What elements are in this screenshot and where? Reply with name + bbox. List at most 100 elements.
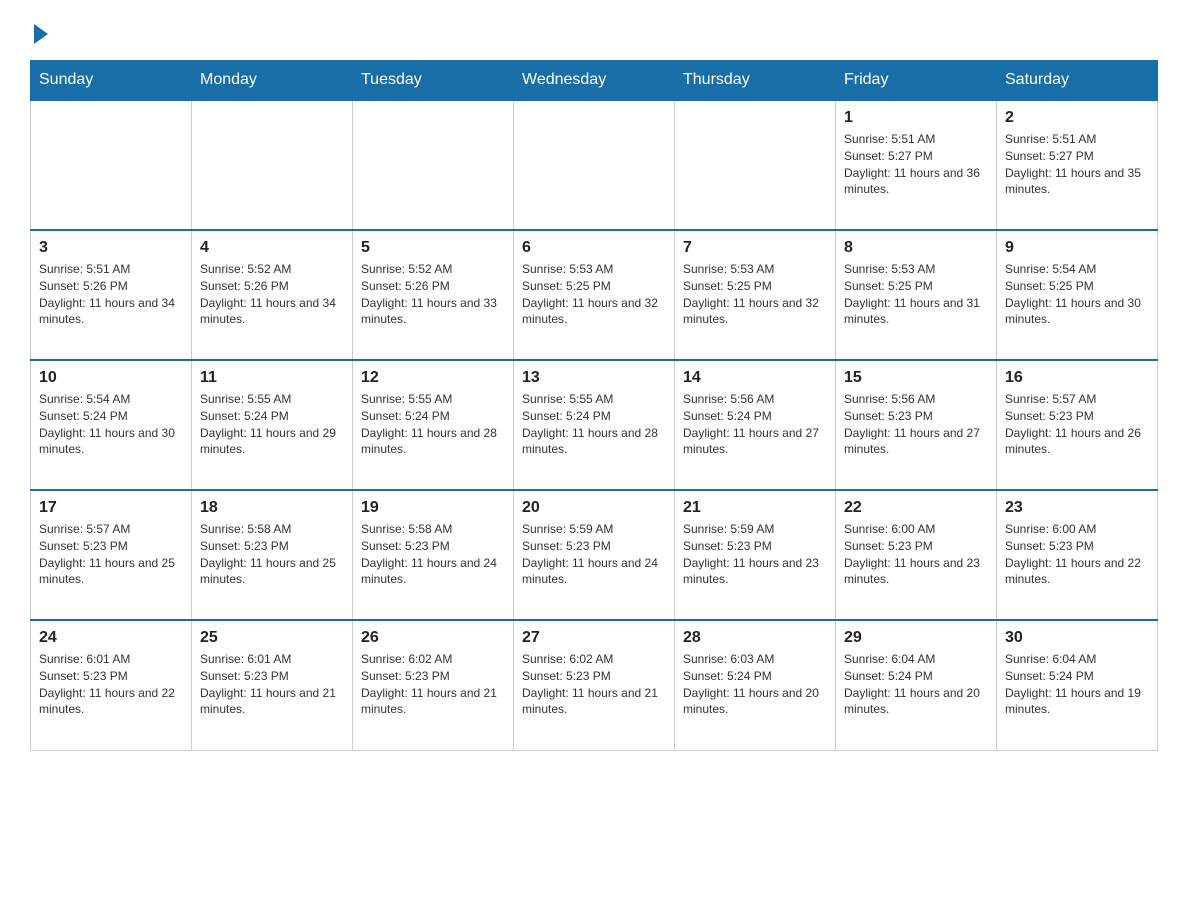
day-info: Sunrise: 5:55 AMSunset: 5:24 PMDaylight:… [361, 391, 505, 458]
day-info: Sunrise: 6:01 AMSunset: 5:23 PMDaylight:… [200, 651, 344, 718]
day-info: Sunrise: 5:51 AMSunset: 5:27 PMDaylight:… [844, 131, 988, 198]
calendar-cell: 24Sunrise: 6:01 AMSunset: 5:23 PMDayligh… [31, 620, 192, 750]
day-header-thursday: Thursday [675, 61, 836, 101]
day-number: 30 [1005, 629, 1149, 647]
calendar-cell: 22 Sunrise: 6:00 AMSunset: 5:23 PMDayligh… [836, 490, 997, 620]
day-number: 22 [844, 499, 988, 517]
day-number: 25 [200, 629, 344, 647]
calendar-cell [31, 100, 192, 230]
day-number: 9 [1005, 239, 1149, 257]
day-number: 27 [522, 629, 666, 647]
calendar-cell: 18 Sunrise: 5:58 AMSunset: 5:23 PMDayligh… [192, 490, 353, 620]
calendar-cell: 15Sunrise: 5:56 AMSunset: 5:23 PMDayligh… [836, 360, 997, 490]
day-number: 1 [844, 109, 988, 127]
day-number: 4 [200, 239, 344, 257]
calendar-cell: 28 Sunrise: 6:03 AMSunset: 5:24 PMDayligh… [675, 620, 836, 750]
day-number: 13 [522, 369, 666, 387]
day-info: Sunrise: 5:56 AMSunset: 5:24 PMDaylight:… [683, 391, 827, 458]
day-number: 2 [1005, 109, 1149, 127]
calendar-cell [192, 100, 353, 230]
calendar-cell: 16 Sunrise: 5:57 AMSunset: 5:23 PMDayligh… [997, 360, 1158, 490]
calendar-cell: 5Sunrise: 5:52 AMSunset: 5:26 PMDaylight… [353, 230, 514, 360]
day-header-monday: Monday [192, 61, 353, 101]
day-info: Sunrise: 5:54 AMSunset: 5:25 PMDaylight:… [1005, 261, 1149, 328]
calendar-table: SundayMondayTuesdayWednesdayThursdayFrid… [30, 60, 1158, 751]
calendar-cell [514, 100, 675, 230]
calendar-cell: 23 Sunrise: 6:00 AMSunset: 5:23 PMDayligh… [997, 490, 1158, 620]
week-row-4: 17 Sunrise: 5:57 AMSunset: 5:23 PMDayligh… [31, 490, 1158, 620]
calendar-cell: 4 Sunrise: 5:52 AMSunset: 5:26 PMDaylight… [192, 230, 353, 360]
week-row-3: 10 Sunrise: 5:54 AMSunset: 5:24 PMDayligh… [31, 360, 1158, 490]
day-number: 6 [522, 239, 666, 257]
day-info: Sunrise: 5:51 AMSunset: 5:26 PMDaylight:… [39, 261, 183, 328]
day-header-wednesday: Wednesday [514, 61, 675, 101]
calendar-cell [353, 100, 514, 230]
calendar-cell: 26 Sunrise: 6:02 AMSunset: 5:23 PMDayligh… [353, 620, 514, 750]
day-info: Sunrise: 6:02 AMSunset: 5:23 PMDaylight:… [522, 651, 666, 718]
calendar-cell: 2 Sunrise: 5:51 AMSunset: 5:27 PMDaylight… [997, 100, 1158, 230]
day-info: Sunrise: 6:00 AMSunset: 5:23 PMDaylight:… [844, 521, 988, 588]
calendar-cell: 19 Sunrise: 5:58 AMSunset: 5:23 PMDayligh… [353, 490, 514, 620]
day-number: 20 [522, 499, 666, 517]
day-header-sunday: Sunday [31, 61, 192, 101]
day-info: Sunrise: 5:58 AMSunset: 5:23 PMDaylight:… [200, 521, 344, 588]
calendar-cell: 1 Sunrise: 5:51 AMSunset: 5:27 PMDaylight… [836, 100, 997, 230]
calendar-cell: 25 Sunrise: 6:01 AMSunset: 5:23 PMDayligh… [192, 620, 353, 750]
day-number: 18 [200, 499, 344, 517]
day-info: Sunrise: 5:59 AMSunset: 5:23 PMDaylight:… [522, 521, 666, 588]
week-row-2: 3Sunrise: 5:51 AMSunset: 5:26 PMDaylight… [31, 230, 1158, 360]
day-number: 28 [683, 629, 827, 647]
calendar-cell: 20 Sunrise: 5:59 AMSunset: 5:23 PMDayligh… [514, 490, 675, 620]
day-number: 15 [844, 369, 988, 387]
day-header-tuesday: Tuesday [353, 61, 514, 101]
calendar-cell: 14 Sunrise: 5:56 AMSunset: 5:24 PMDayligh… [675, 360, 836, 490]
calendar-cell: 12Sunrise: 5:55 AMSunset: 5:24 PMDayligh… [353, 360, 514, 490]
day-header-saturday: Saturday [997, 61, 1158, 101]
day-number: 29 [844, 629, 988, 647]
day-number: 17 [39, 499, 183, 517]
day-info: Sunrise: 5:55 AMSunset: 5:24 PMDaylight:… [522, 391, 666, 458]
day-info: Sunrise: 6:04 AMSunset: 5:24 PMDaylight:… [844, 651, 988, 718]
day-info: Sunrise: 5:55 AMSunset: 5:24 PMDaylight:… [200, 391, 344, 458]
calendar-cell: 9 Sunrise: 5:54 AMSunset: 5:25 PMDaylight… [997, 230, 1158, 360]
calendar-cell: 21Sunrise: 5:59 AMSunset: 5:23 PMDayligh… [675, 490, 836, 620]
day-info: Sunrise: 6:03 AMSunset: 5:24 PMDaylight:… [683, 651, 827, 718]
week-row-1: 1 Sunrise: 5:51 AMSunset: 5:27 PMDaylight… [31, 100, 1158, 230]
day-info: Sunrise: 5:57 AMSunset: 5:23 PMDaylight:… [1005, 391, 1149, 458]
calendar-cell: 13 Sunrise: 5:55 AMSunset: 5:24 PMDayligh… [514, 360, 675, 490]
day-number: 14 [683, 369, 827, 387]
calendar-cell: 30 Sunrise: 6:04 AMSunset: 5:24 PMDayligh… [997, 620, 1158, 750]
day-info: Sunrise: 5:51 AMSunset: 5:27 PMDaylight:… [1005, 131, 1149, 198]
calendar-cell: 27 Sunrise: 6:02 AMSunset: 5:23 PMDayligh… [514, 620, 675, 750]
day-info: Sunrise: 6:00 AMSunset: 5:23 PMDaylight:… [1005, 521, 1149, 588]
page-header [30, 20, 1158, 40]
day-info: Sunrise: 5:52 AMSunset: 5:26 PMDaylight:… [361, 261, 505, 328]
logo-arrow-icon [34, 24, 48, 44]
day-info: Sunrise: 5:54 AMSunset: 5:24 PMDaylight:… [39, 391, 183, 458]
day-info: Sunrise: 5:53 AMSunset: 5:25 PMDaylight:… [522, 261, 666, 328]
day-info: Sunrise: 5:59 AMSunset: 5:23 PMDaylight:… [683, 521, 827, 588]
day-info: Sunrise: 5:58 AMSunset: 5:23 PMDaylight:… [361, 521, 505, 588]
calendar-cell: 7Sunrise: 5:53 AMSunset: 5:25 PMDaylight… [675, 230, 836, 360]
day-info: Sunrise: 5:52 AMSunset: 5:26 PMDaylight:… [200, 261, 344, 328]
calendar-cell: 11 Sunrise: 5:55 AMSunset: 5:24 PMDayligh… [192, 360, 353, 490]
day-number: 10 [39, 369, 183, 387]
logo [30, 20, 48, 40]
day-info: Sunrise: 6:02 AMSunset: 5:23 PMDaylight:… [361, 651, 505, 718]
day-number: 19 [361, 499, 505, 517]
calendar-cell: 3Sunrise: 5:51 AMSunset: 5:26 PMDaylight… [31, 230, 192, 360]
day-number: 23 [1005, 499, 1149, 517]
calendar-cell: 8Sunrise: 5:53 AMSunset: 5:25 PMDaylight… [836, 230, 997, 360]
calendar-header-row: SundayMondayTuesdayWednesdayThursdayFrid… [31, 61, 1158, 101]
day-number: 8 [844, 239, 988, 257]
day-number: 16 [1005, 369, 1149, 387]
day-number: 11 [200, 369, 344, 387]
calendar-cell: 6 Sunrise: 5:53 AMSunset: 5:25 PMDaylight… [514, 230, 675, 360]
day-info: Sunrise: 6:04 AMSunset: 5:24 PMDaylight:… [1005, 651, 1149, 718]
day-number: 26 [361, 629, 505, 647]
day-number: 24 [39, 629, 183, 647]
calendar-cell: 29 Sunrise: 6:04 AMSunset: 5:24 PMDayligh… [836, 620, 997, 750]
day-info: Sunrise: 5:53 AMSunset: 5:25 PMDaylight:… [683, 261, 827, 328]
day-info: Sunrise: 5:57 AMSunset: 5:23 PMDaylight:… [39, 521, 183, 588]
week-row-5: 24 Sunrise: 6:01 AMSunset: 5:23 PMDayligh… [31, 620, 1158, 750]
